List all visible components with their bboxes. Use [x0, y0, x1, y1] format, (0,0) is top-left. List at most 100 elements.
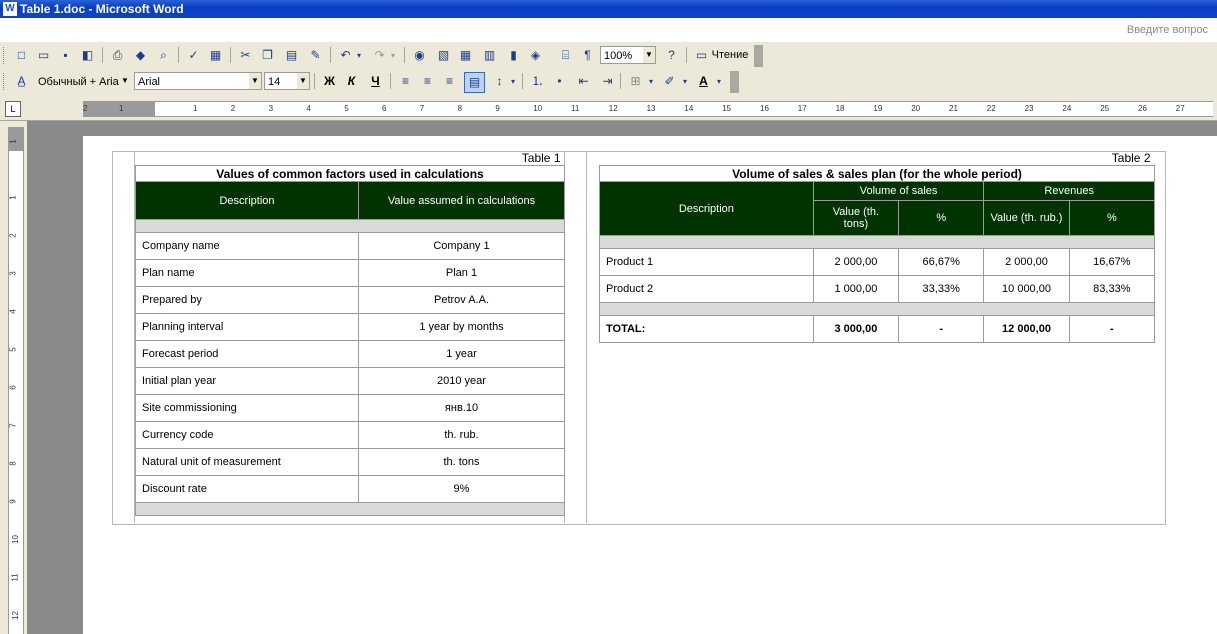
align-left-icon[interactable]: ≡: [396, 72, 415, 91]
highlight-dropdown-icon[interactable]: ▾: [680, 72, 690, 91]
column-header: Value (th. rub.): [983, 200, 1070, 236]
undo-icon[interactable]: ↶: [336, 46, 355, 65]
ruler-tick-label: 7: [8, 423, 18, 428]
ruler-tick-label: 15: [722, 104, 732, 113]
research-book-icon[interactable]: ▦: [206, 46, 225, 65]
horizontal-ruler[interactable]: 2 1 1 2 3 4 5 6 7 8 9 10 11 12 13 14 15 16 17 18 19 20 21 22 23 2…: [83, 101, 1213, 117]
print-icon[interactable]: ⎙: [108, 46, 127, 65]
product-name-cell: Product 1: [599, 248, 814, 276]
insert-table-icon[interactable]: ▦: [456, 46, 475, 65]
new-document-icon[interactable]: □: [12, 46, 31, 65]
drawing-icon[interactable]: ◈: [526, 46, 545, 65]
borders-icon[interactable]: ⊞: [626, 72, 645, 91]
ruler-tick-label: 1: [8, 139, 18, 144]
document-map-icon[interactable]: ⌸: [556, 46, 575, 65]
copy-icon[interactable]: ❐: [258, 46, 277, 65]
factor-name-cell: Prepared by: [135, 286, 359, 314]
document-page[interactable]: Table 1 Values of common factors used in…: [83, 136, 1217, 634]
spelling-icon[interactable]: ✓: [184, 46, 203, 65]
zoom-select[interactable]: 100% ▼: [600, 46, 656, 64]
numbering-icon[interactable]: ⒈: [528, 72, 547, 91]
font-color-dropdown-icon[interactable]: ▾: [714, 72, 724, 91]
chevron-down-icon[interactable]: ▼: [119, 73, 131, 89]
ruler-tick-label: 8: [8, 461, 18, 466]
help-icon[interactable]: ?: [662, 46, 681, 65]
separator: [404, 47, 405, 63]
vertical-ruler[interactable]: 1 1 2 3 4 5 6 7 8 9 10 11 12: [8, 127, 24, 634]
align-center-icon[interactable]: ≡: [418, 72, 437, 91]
styles-pane-icon[interactable]: A̲: [12, 72, 31, 91]
ruler-tick-label: 12: [608, 104, 618, 113]
ruler-tick-label: 4: [8, 309, 18, 314]
toolbar-grip[interactable]: [3, 47, 7, 64]
hyperlink-icon[interactable]: ◉: [410, 46, 429, 65]
cut-icon[interactable]: ✂: [236, 46, 255, 65]
total-cell: -: [898, 315, 985, 343]
font-size-value: 14: [268, 76, 281, 88]
read-mode-button[interactable]: Чтение: [710, 46, 750, 65]
factor-value-cell: Plan 1: [358, 259, 565, 287]
bullets-icon[interactable]: •: [550, 72, 569, 91]
print-preview-icon[interactable]: ⌕: [154, 46, 173, 65]
borders-dropdown-icon[interactable]: ▾: [646, 72, 656, 91]
ruler-tick-label: 9: [495, 104, 500, 113]
tables-borders-icon[interactable]: ▧: [434, 46, 453, 65]
redo-icon[interactable]: ↷: [370, 46, 389, 65]
bold-button[interactable]: Ж: [320, 72, 339, 91]
justify-icon[interactable]: ▤: [464, 72, 485, 93]
font-select[interactable]: Arial ▼: [134, 72, 262, 90]
chevron-down-icon[interactable]: ▼: [297, 73, 309, 89]
line-spacing-dropdown-icon[interactable]: ▾: [508, 72, 518, 91]
insert-excel-icon[interactable]: ▥: [480, 46, 499, 65]
save-icon[interactable]: ▪: [56, 46, 75, 65]
table-row: Company name Company 1: [135, 232, 565, 260]
undo-dropdown-icon[interactable]: ▾: [354, 46, 364, 65]
increase-indent-icon[interactable]: ⇥: [598, 72, 617, 91]
ruler-tick-label: 16: [760, 104, 769, 113]
style-value: Обычный + Aria: [38, 76, 119, 88]
factor-name-cell: Company name: [135, 232, 359, 260]
factor-value-cell: 1 year by months: [358, 313, 565, 341]
spacer-row: [135, 502, 565, 516]
font-size-select[interactable]: 14 ▼: [264, 72, 310, 90]
format-painter-icon[interactable]: ✎: [306, 46, 325, 65]
toolbar-options-icon[interactable]: [730, 71, 739, 93]
horizontal-ruler-row: L 2 1 1 2 3 4 5 6 7 8 9 10 11 12 13 14 15 16 17 18 19 20 21 22 2…: [0, 96, 1217, 121]
ruler-tick-label: 10: [10, 535, 20, 544]
redo-dropdown-icon[interactable]: ▾: [388, 46, 398, 65]
line-spacing-icon[interactable]: ↕: [490, 72, 509, 91]
ruler-tick-label: 21: [949, 104, 958, 113]
tab-selector-icon[interactable]: L: [5, 101, 21, 117]
ruler-tick-label: 14: [684, 104, 694, 113]
group-header: Revenues: [983, 181, 1155, 201]
read-mode-icon[interactable]: ▭: [692, 46, 711, 65]
show-hide-pilcrow-icon[interactable]: ¶: [578, 46, 597, 65]
toolbar-options-icon[interactable]: [754, 45, 763, 67]
italic-button[interactable]: К: [342, 72, 361, 91]
spacer-row: [599, 235, 1155, 249]
total-cell: -: [1068, 315, 1156, 343]
style-select[interactable]: Обычный + Aria ▼: [34, 72, 132, 90]
toolbar-grip[interactable]: [3, 73, 7, 90]
chevron-down-icon[interactable]: ▼: [249, 73, 261, 89]
factor-value-cell: 1 year: [358, 340, 565, 368]
table-row: Prepared by Petrov A.A.: [135, 286, 565, 314]
highlight-icon[interactable]: ✐: [660, 72, 679, 91]
permission-icon[interactable]: ◧: [78, 46, 97, 65]
font-color-icon[interactable]: A: [694, 72, 713, 91]
separator: [686, 47, 687, 63]
decrease-indent-icon[interactable]: ⇤: [574, 72, 593, 91]
columns-icon[interactable]: ▮: [504, 46, 523, 65]
research-icon[interactable]: ◆: [131, 46, 150, 65]
chevron-down-icon[interactable]: ▼: [643, 47, 655, 63]
factor-name-cell: Currency code: [135, 421, 359, 449]
ruler-tick-label: 9: [8, 499, 18, 504]
ruler-tick-label: 25: [1100, 104, 1110, 113]
paste-icon[interactable]: ▤: [282, 46, 301, 65]
ask-question-box[interactable]: Введите вопрос: [1107, 21, 1213, 40]
align-right-icon[interactable]: ≡: [440, 72, 459, 91]
spacer-row: [599, 302, 1155, 316]
open-folder-icon[interactable]: ▭: [34, 46, 53, 65]
separator: [330, 47, 331, 63]
underline-button[interactable]: Ч: [366, 72, 385, 91]
